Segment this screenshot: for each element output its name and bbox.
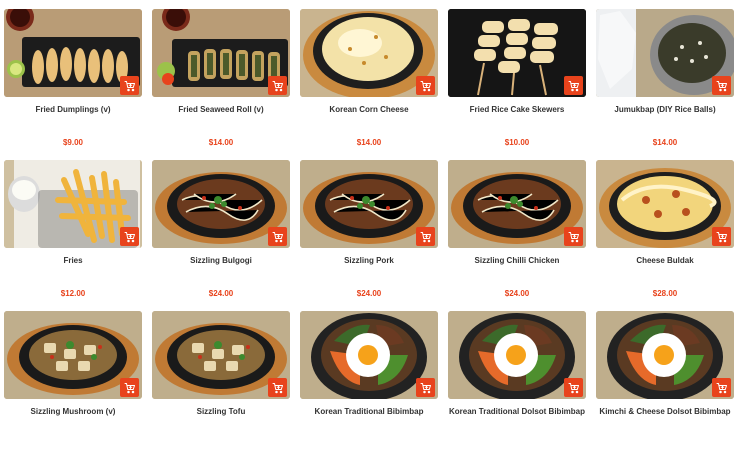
food-photo[interactable] <box>596 160 734 248</box>
menu-item-card[interactable]: Fried Seaweed Roll (v) $14.00 <box>152 9 290 160</box>
food-photo[interactable] <box>448 9 586 97</box>
food-photo[interactable] <box>152 160 290 248</box>
item-price: $9.00 <box>62 138 84 147</box>
add-to-cart-icon <box>124 80 136 92</box>
add-to-cart-button[interactable] <box>564 227 583 246</box>
item-name: Fried Seaweed Roll (v) <box>178 105 264 114</box>
menu-item-card[interactable]: Korean Corn Cheese $14.00 <box>300 9 438 160</box>
menu-item-card[interactable]: Fries $12.00 <box>4 160 142 311</box>
menu-item-card[interactable]: Fried Dumplings (v) $9.00 <box>4 9 142 160</box>
add-to-cart-icon <box>272 80 284 92</box>
item-name: Korean Traditional Dolsot Bibimbap <box>448 407 585 416</box>
menu-item-card[interactable]: Sizzling Bulgogi $24.00 <box>152 160 290 311</box>
add-to-cart-icon <box>568 382 580 394</box>
food-photo[interactable] <box>4 311 142 399</box>
add-to-cart-icon <box>124 231 136 243</box>
item-name: Sizzling Bulgogi <box>190 256 252 265</box>
add-to-cart-button[interactable] <box>564 378 583 397</box>
item-name: Jumukbap (DIY Rice Balls) <box>614 105 716 114</box>
item-price: $12.00 <box>60 289 86 298</box>
add-to-cart-icon <box>420 231 432 243</box>
item-name: Sizzling Tofu <box>196 407 246 416</box>
item-price: $28.00 <box>652 289 678 298</box>
food-photo[interactable] <box>300 9 438 97</box>
item-price: $24.00 <box>208 289 234 298</box>
item-price: $24.00 <box>356 289 382 298</box>
add-to-cart-button[interactable] <box>268 76 287 95</box>
add-to-cart-button[interactable] <box>120 76 139 95</box>
menu-item-card[interactable]: Korean Traditional Bibimbap <box>300 311 438 462</box>
item-name: Fried Dumplings (v) <box>35 105 111 114</box>
food-photo[interactable] <box>4 160 142 248</box>
menu-item-card[interactable]: Korean Traditional Dolsot Bibimbap <box>448 311 586 462</box>
add-to-cart-icon <box>420 382 432 394</box>
menu-item-card[interactable]: Sizzling Chilli Chicken $24.00 <box>448 160 586 311</box>
add-to-cart-button[interactable] <box>416 76 435 95</box>
add-to-cart-icon <box>568 80 580 92</box>
add-to-cart-icon <box>568 231 580 243</box>
add-to-cart-icon <box>272 231 284 243</box>
item-name: Fried Rice Cake Skewers <box>469 105 565 114</box>
item-name: Sizzling Pork <box>344 256 394 265</box>
add-to-cart-button[interactable] <box>712 76 731 95</box>
item-name: Cheese Buldak <box>636 256 694 265</box>
food-photo[interactable] <box>300 160 438 248</box>
item-price: $14.00 <box>208 138 234 147</box>
item-name: Korean Traditional Bibimbap <box>314 407 424 416</box>
add-to-cart-button[interactable] <box>712 227 731 246</box>
add-to-cart-icon <box>716 80 728 92</box>
item-price: $10.00 <box>504 138 530 147</box>
add-to-cart-icon <box>716 231 728 243</box>
item-price: $14.00 <box>356 138 382 147</box>
food-photo[interactable] <box>152 311 290 399</box>
add-to-cart-button[interactable] <box>416 378 435 397</box>
menu-item-card[interactable]: Fried Rice Cake Skewers $10.00 <box>448 9 586 160</box>
food-photo[interactable] <box>300 311 438 399</box>
add-to-cart-icon <box>716 382 728 394</box>
item-price: $24.00 <box>504 289 530 298</box>
menu-grid: Fried Dumplings (v) $9.00 Fried Seaweed … <box>4 9 734 462</box>
item-name: Korean Corn Cheese <box>329 105 409 114</box>
add-to-cart-button[interactable] <box>564 76 583 95</box>
item-name: Kimchi & Cheese Dolsot Bibimbap <box>599 407 731 416</box>
item-name: Sizzling Mushroom (v) <box>30 407 116 416</box>
add-to-cart-icon <box>420 80 432 92</box>
menu-item-card[interactable]: Kimchi & Cheese Dolsot Bibimbap <box>596 311 734 462</box>
add-to-cart-button[interactable] <box>268 227 287 246</box>
menu-item-card[interactable]: Sizzling Mushroom (v) <box>4 311 142 462</box>
menu-item-card[interactable]: Cheese Buldak $28.00 <box>596 160 734 311</box>
food-photo[interactable] <box>448 160 586 248</box>
add-to-cart-button[interactable] <box>120 378 139 397</box>
food-photo[interactable] <box>4 9 142 97</box>
item-name: Sizzling Chilli Chicken <box>474 256 560 265</box>
item-price: $14.00 <box>652 138 678 147</box>
add-to-cart-icon <box>124 382 136 394</box>
food-photo[interactable] <box>448 311 586 399</box>
menu-item-card[interactable]: Sizzling Pork $24.00 <box>300 160 438 311</box>
add-to-cart-button[interactable] <box>416 227 435 246</box>
food-photo[interactable] <box>152 9 290 97</box>
food-photo[interactable] <box>596 9 734 97</box>
add-to-cart-icon <box>272 382 284 394</box>
add-to-cart-button[interactable] <box>712 378 731 397</box>
menu-item-card[interactable]: Jumukbap (DIY Rice Balls) $14.00 <box>596 9 734 160</box>
menu-item-card[interactable]: Sizzling Tofu <box>152 311 290 462</box>
item-name: Fries <box>63 256 83 265</box>
add-to-cart-button[interactable] <box>268 378 287 397</box>
add-to-cart-button[interactable] <box>120 227 139 246</box>
food-photo[interactable] <box>596 311 734 399</box>
